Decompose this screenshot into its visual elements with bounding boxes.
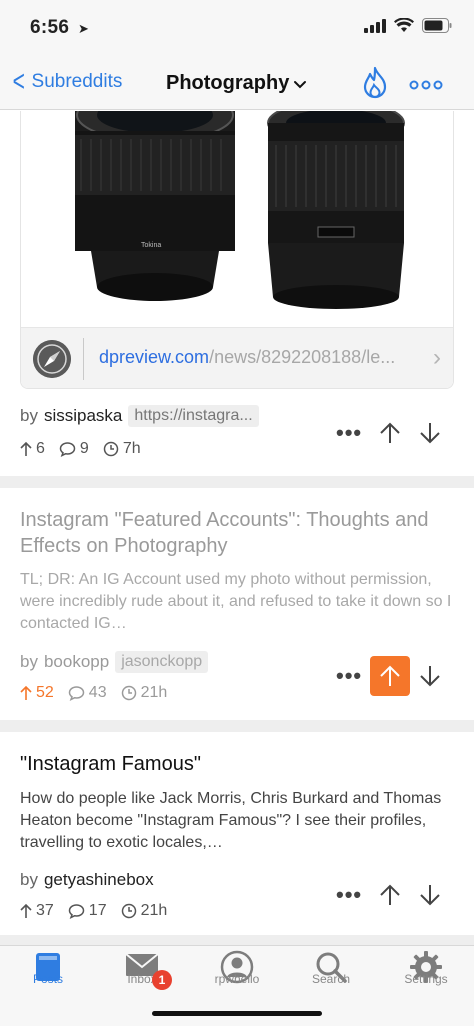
tab-search[interactable]: Search xyxy=(291,950,371,994)
tab-inbox[interactable]: Inbox 1 xyxy=(102,950,182,994)
ellipsis-icon xyxy=(409,80,443,90)
downvote-button[interactable] xyxy=(410,875,450,915)
post-byline: by bookopp jasonckopp xyxy=(20,651,209,673)
arrow-up-icon xyxy=(20,903,32,918)
author-flair: jasonckopp xyxy=(115,651,209,673)
upvote-count: 52 xyxy=(20,684,54,702)
post-age: 21h xyxy=(121,684,167,702)
post-stats: 6 9 7h xyxy=(20,440,141,458)
post-byline: by getyashinebox xyxy=(20,870,154,890)
arrow-up-icon xyxy=(380,422,400,443)
back-label: Subreddits xyxy=(31,71,123,92)
tab-posts[interactable]: Posts xyxy=(8,950,88,994)
downvote-button[interactable] xyxy=(410,413,450,453)
arrow-up-icon xyxy=(20,441,32,456)
comment-count: 9 xyxy=(59,440,89,458)
author-flair: https://instagra... xyxy=(128,405,259,427)
comment-bubble-icon xyxy=(68,686,85,701)
post-item[interactable]: Instagram "Featured Accounts": Thoughts … xyxy=(0,488,474,718)
page-title: Photography xyxy=(166,72,290,94)
unread-badge: 1 xyxy=(152,970,172,990)
upvote-count: 6 xyxy=(20,440,45,458)
post-age: 7h xyxy=(103,440,141,458)
post-stats: 52 43 21h xyxy=(20,684,167,702)
comment-bubble-icon xyxy=(68,904,85,919)
arrow-down-icon xyxy=(420,885,440,906)
arrow-down-icon xyxy=(420,423,440,444)
subreddit-title-button[interactable]: Photography xyxy=(166,72,307,95)
clock-icon xyxy=(121,685,136,701)
tab-label: Posts xyxy=(32,972,63,986)
post-excerpt: How do people like Jack Morris, Chris Bu… xyxy=(20,790,442,851)
comment-bubble-icon xyxy=(59,442,76,457)
post-actions: ••• xyxy=(336,875,450,915)
upvote-button[interactable] xyxy=(370,413,410,453)
nav-bar: < Subreddits Photography xyxy=(0,58,474,110)
chevron-down-icon xyxy=(294,80,307,88)
post-divider xyxy=(0,476,474,488)
tab-label: Search xyxy=(311,972,351,986)
upvote-button[interactable] xyxy=(370,875,410,915)
author-prefix: by xyxy=(20,652,38,671)
post-stats: 37 17 21h xyxy=(20,902,167,920)
app-screen: 6:56 ➤ < Subreddits Photography Tokina d… xyxy=(0,0,474,1026)
author-prefix: by xyxy=(20,870,38,889)
post-actions: ••• xyxy=(336,656,450,696)
home-indicator[interactable] xyxy=(152,1011,322,1016)
flame-icon[interactable] xyxy=(360,66,390,100)
cellular-signal-icon xyxy=(364,18,386,33)
post-item[interactable]: "Instagram Famous" How do people like Ja… xyxy=(0,732,474,945)
tab-profile[interactable]: rpwhello xyxy=(197,950,277,994)
battery-icon xyxy=(422,18,452,33)
comment-count: 43 xyxy=(68,684,107,702)
status-icons xyxy=(364,18,452,33)
post-age: 21h xyxy=(121,902,167,920)
status-time: 6:56 xyxy=(30,17,70,38)
clock-icon xyxy=(103,441,119,457)
post-more-button[interactable]: ••• xyxy=(336,663,361,689)
upvote-button[interactable] xyxy=(370,656,410,696)
tab-bar: Posts Inbox 1 rpwhello Search Settings xyxy=(0,945,474,1026)
more-options-button[interactable] xyxy=(409,69,443,97)
post-item-link[interactable]: by sissipaska https://instagra... 6 9 7h xyxy=(0,111,474,463)
wifi-icon xyxy=(394,18,414,32)
status-bar: 6:56 ➤ xyxy=(0,0,474,58)
post-divider xyxy=(0,935,474,945)
post-actions: ••• xyxy=(336,413,450,453)
tab-settings[interactable]: Settings xyxy=(386,950,466,994)
post-more-button[interactable]: ••• xyxy=(336,882,361,908)
post-author[interactable]: getyashinebox xyxy=(44,870,154,890)
arrow-up-icon xyxy=(20,685,32,700)
back-button[interactable]: < Subreddits xyxy=(10,65,123,98)
location-arrow-icon: ➤ xyxy=(78,21,89,36)
downvote-button[interactable] xyxy=(410,656,450,696)
post-divider xyxy=(0,720,474,732)
upvote-count: 37 xyxy=(20,902,54,920)
post-author[interactable]: sissipaska xyxy=(44,406,122,426)
post-author[interactable]: bookopp xyxy=(44,652,109,672)
comment-count: 17 xyxy=(68,902,107,920)
post-excerpt: TL; DR: An IG Account used my photo with… xyxy=(20,571,452,632)
post-more-button[interactable]: ••• xyxy=(336,420,361,446)
post-byline: by sissipaska https://instagra... xyxy=(20,405,259,427)
tab-label: Settings xyxy=(404,972,448,986)
arrow-down-icon xyxy=(420,666,440,687)
clock-icon xyxy=(121,903,136,919)
arrow-up-icon xyxy=(380,884,400,905)
tab-label: rpwhello xyxy=(214,972,260,986)
post-title[interactable]: Instagram "Featured Accounts": Thoughts … xyxy=(20,507,456,559)
post-title[interactable]: "Instagram Famous" xyxy=(20,751,456,777)
post-list[interactable]: Tokina FIRIN 20mm F2 FE AF xyxy=(0,111,474,945)
author-prefix: by xyxy=(20,406,38,425)
chevron-left-icon: < xyxy=(12,65,25,98)
arrow-up-icon xyxy=(380,665,400,686)
